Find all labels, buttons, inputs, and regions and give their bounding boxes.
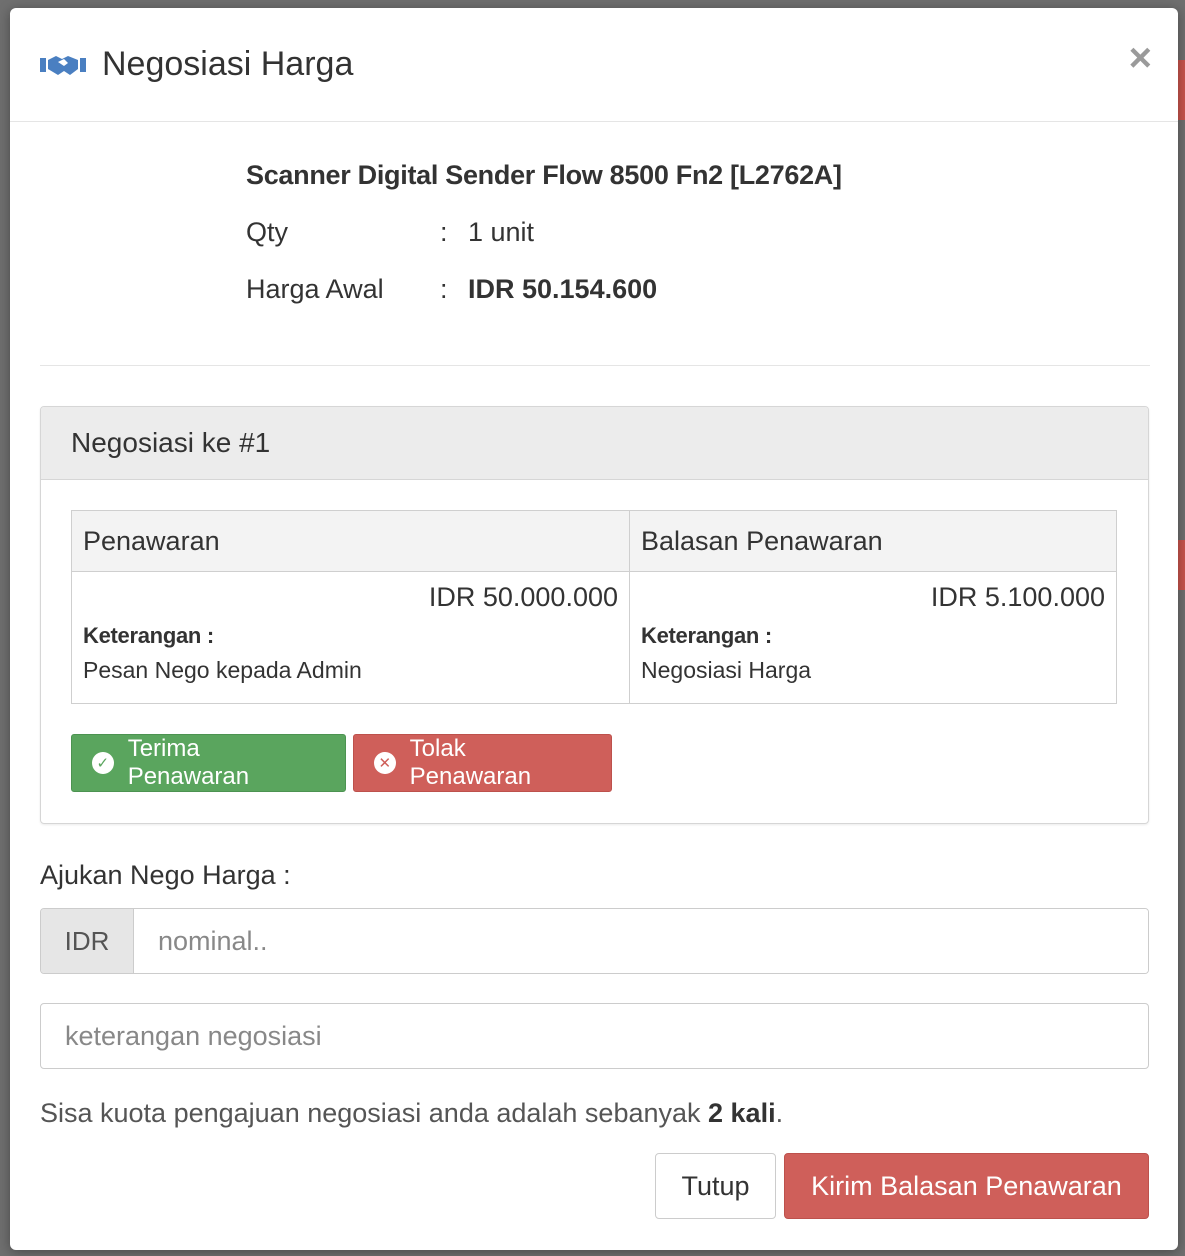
colon: :	[440, 217, 448, 247]
qty-value: 1 unit	[468, 217, 535, 247]
column-header-offer: Penawaran	[71, 510, 630, 572]
qty-row: Qty : 1 unit	[246, 217, 842, 248]
colon: :	[440, 274, 448, 304]
negotiation-table: Penawaran Balasan Penawaran IDR 50.000.0…	[71, 510, 1117, 704]
product-name: Scanner Digital Sender Flow 8500 Fn2 [L2…	[246, 160, 842, 190]
nominal-input-group: IDR	[40, 908, 1149, 974]
product-info: Scanner Digital Sender Flow 8500 Fn2 [L2…	[246, 160, 842, 305]
offer-amount: IDR 50.000.000	[428, 582, 618, 612]
nominal-input[interactable]	[134, 909, 1148, 973]
close-icon[interactable]: ×	[1129, 38, 1152, 78]
negotiation-panel: Negosiasi ke #1 Penawaran Balasan Penawa…	[40, 406, 1149, 824]
modal-title: Negosiasi Harga	[102, 45, 354, 83]
quota-text: Sisa kuota pengajuan negosiasi anda adal…	[40, 1098, 783, 1129]
offer-note-label: Keterangan :	[83, 623, 214, 648]
reply-cell: IDR 5.100.000 Keterangan : Negosiasi Har…	[629, 571, 1117, 704]
accept-offer-button[interactable]: ✓ Terima Penawaran	[71, 734, 346, 792]
modal-header: Negosiasi Harga ×	[10, 8, 1178, 122]
table-row: IDR 50.000.000 Keterangan : Pesan Nego k…	[71, 571, 1117, 704]
offer-note: Pesan Nego kepada Admin	[83, 657, 362, 683]
submit-reply-button[interactable]: Kirim Balasan Penawaran	[784, 1153, 1149, 1219]
quota-suffix: .	[775, 1098, 784, 1128]
reject-offer-label: Tolak Penawaran	[409, 735, 532, 790]
currency-addon: IDR	[41, 909, 134, 973]
nego-price-label: Ajukan Nego Harga :	[40, 860, 291, 890]
close-button[interactable]: Tutup	[655, 1153, 776, 1219]
divider	[40, 365, 1150, 366]
reject-offer-button[interactable]: ✕ Tolak Penawaran	[353, 734, 612, 792]
reply-amount: IDR 5.100.000	[930, 582, 1105, 612]
qty-label: Qty	[246, 217, 289, 247]
accept-offer-label: Terima Penawaran	[127, 735, 250, 790]
quota-prefix: Sisa kuota pengajuan negosiasi anda adal…	[40, 1098, 709, 1128]
check-circle-icon: ✓	[92, 752, 114, 774]
negotiation-modal: Negosiasi Harga × Scanner Digital Sender…	[10, 8, 1178, 1250]
reply-note: Negosiasi Harga	[641, 657, 812, 683]
quota-value: 2 kali	[708, 1098, 776, 1128]
reply-note-label: Keterangan :	[641, 623, 772, 648]
offer-cell: IDR 50.000.000 Keterangan : Pesan Nego k…	[71, 571, 630, 704]
initial-price: IDR 50.154.600	[468, 274, 658, 304]
panel-heading: Negosiasi ke #1	[41, 407, 1148, 480]
negotiation-note-input[interactable]	[40, 1003, 1149, 1069]
price-row: Harga Awal : IDR 50.154.600	[246, 274, 842, 305]
times-circle-icon: ✕	[374, 752, 396, 774]
handshake-icon	[40, 51, 88, 79]
price-label: Harga Awal	[246, 274, 384, 304]
column-header-reply: Balasan Penawaran	[629, 510, 1117, 572]
